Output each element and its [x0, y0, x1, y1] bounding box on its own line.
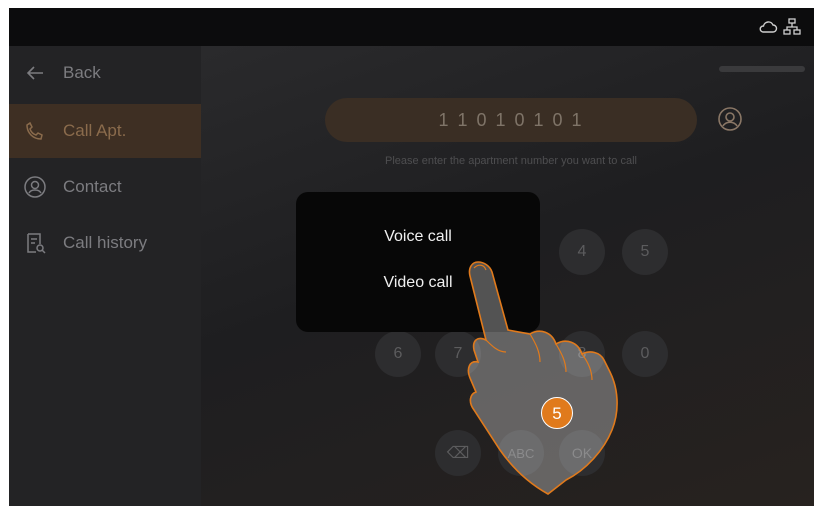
phone-icon [26, 121, 43, 140]
contact-picker-icon[interactable] [717, 106, 743, 132]
back-button[interactable]: Back [9, 46, 201, 100]
keypad-key-8[interactable]: 8 [559, 331, 605, 377]
network-icon [783, 18, 801, 35]
sidebar-item-label: Call history [63, 233, 148, 252]
sidebar-item-call-history[interactable]: Call history [9, 216, 201, 270]
sidebar-item-label: Call Apt. [63, 121, 127, 140]
status-bar [9, 8, 814, 46]
page-indicator [719, 66, 805, 72]
keypad-key-5[interactable]: 5 [622, 229, 668, 275]
sidebar: Back Call Apt. Contact Call history [9, 46, 201, 506]
backspace-key[interactable]: ⌫ [435, 430, 481, 476]
keypad-key-4[interactable]: 4 [559, 229, 605, 275]
cloud-icon [759, 21, 778, 33]
voice-call-option[interactable]: Voice call [296, 228, 540, 246]
back-arrow-icon [26, 66, 43, 80]
keypad-key-0[interactable]: 0 [622, 331, 668, 377]
keypad-key-7[interactable]: 7 [435, 331, 481, 377]
sidebar-item-label: Back [63, 63, 101, 82]
input-hint: Please enter the apartment number you wa… [385, 155, 637, 167]
keypad-key-6[interactable]: 6 [375, 331, 421, 377]
abc-key[interactable]: ABC [498, 430, 544, 476]
sidebar-item-contact[interactable]: Contact [9, 160, 201, 214]
apartment-number-field[interactable]: 1 1 0 1 0 1 0 1 [325, 98, 697, 142]
ok-key[interactable]: OK [559, 430, 605, 476]
call-history-icon [27, 233, 46, 254]
step-number-badge: 5 [541, 397, 573, 429]
sidebar-item-call-apt[interactable]: Call Apt. [9, 104, 201, 158]
sidebar-item-label: Contact [63, 177, 122, 196]
contact-icon [24, 176, 46, 198]
call-type-popup: Voice call Video call [296, 192, 540, 332]
video-call-option[interactable]: Video call [296, 274, 540, 292]
status-icons [758, 17, 804, 37]
